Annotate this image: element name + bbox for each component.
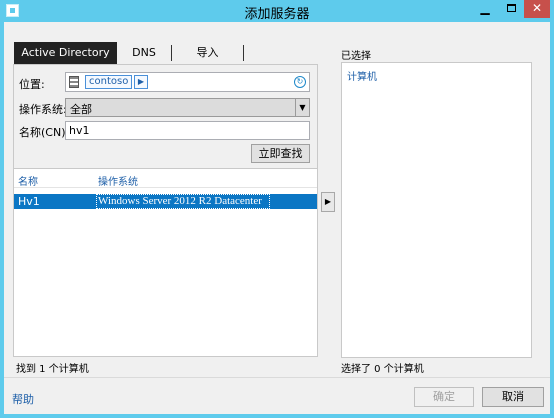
results-list: 名称 操作系统 Hv1 Windows Server 2012 R2 Datac… — [13, 168, 318, 357]
location-picker[interactable]: contoso ▶ ↻ — [65, 72, 310, 92]
close-button[interactable]: ✕ — [524, 0, 550, 18]
selected-list: 计算机 — [341, 62, 532, 358]
os-dropdown-value: 全部 — [70, 103, 92, 116]
chevron-down-icon: ▼ — [295, 99, 309, 116]
footer-divider — [4, 377, 550, 378]
os-dropdown[interactable]: 全部 ▼ — [65, 98, 310, 117]
row-os: Windows Server 2012 R2 Datacenter — [98, 195, 262, 207]
title-bar[interactable]: 添加服务器 ▁ ✕ — [0, 0, 554, 22]
dialog-body: Active Directory DNS 导入 位置: contoso ▶ ↻ … — [4, 22, 550, 414]
server-icon — [69, 76, 79, 88]
os-label: 操作系统: — [19, 103, 67, 116]
row-name: Hv1 — [18, 195, 40, 208]
table-row[interactable]: Hv1 Windows Server 2012 R2 Datacenter — [14, 194, 317, 209]
location-breadcrumb[interactable]: contoso — [85, 75, 133, 89]
find-now-button[interactable]: 立即查找 — [251, 144, 310, 163]
window-title: 添加服务器 — [244, 7, 310, 22]
tab-dns[interactable]: DNS — [117, 45, 172, 61]
selected-label: 已选择 — [341, 51, 371, 62]
minimize-button[interactable]: ▁ — [472, 0, 498, 18]
refresh-icon[interactable]: ↻ — [294, 76, 306, 88]
tab-active-directory[interactable]: Active Directory — [14, 42, 117, 64]
name-label: 名称(CN): — [19, 126, 70, 139]
help-link[interactable]: 帮助 — [12, 391, 34, 407]
tab-strip: Active Directory DNS 导入 — [14, 42, 320, 64]
header-divider — [14, 187, 317, 188]
add-selected-button[interactable]: ▶ — [321, 192, 335, 212]
cancel-button[interactable]: 取消 — [482, 387, 544, 407]
found-count: 找到 1 个计算机 — [16, 364, 89, 375]
column-header-name[interactable]: 名称 — [18, 173, 38, 188]
selected-count: 选择了 0 个计算机 — [341, 364, 424, 375]
maximize-button[interactable] — [498, 0, 524, 18]
add-servers-window: 添加服务器 ▁ ✕ Active Directory DNS 导入 位置: co… — [0, 0, 554, 418]
column-header-computer[interactable]: 计算机 — [347, 68, 377, 83]
maximize-icon — [506, 4, 516, 12]
column-header-os[interactable]: 操作系统 — [98, 173, 138, 188]
location-label: 位置: — [19, 78, 45, 91]
ok-button[interactable]: 确定 — [414, 387, 474, 407]
tab-import[interactable]: 导入 — [172, 45, 244, 61]
breadcrumb-arrow-icon[interactable]: ▶ — [134, 75, 148, 89]
name-input[interactable] — [65, 121, 310, 140]
